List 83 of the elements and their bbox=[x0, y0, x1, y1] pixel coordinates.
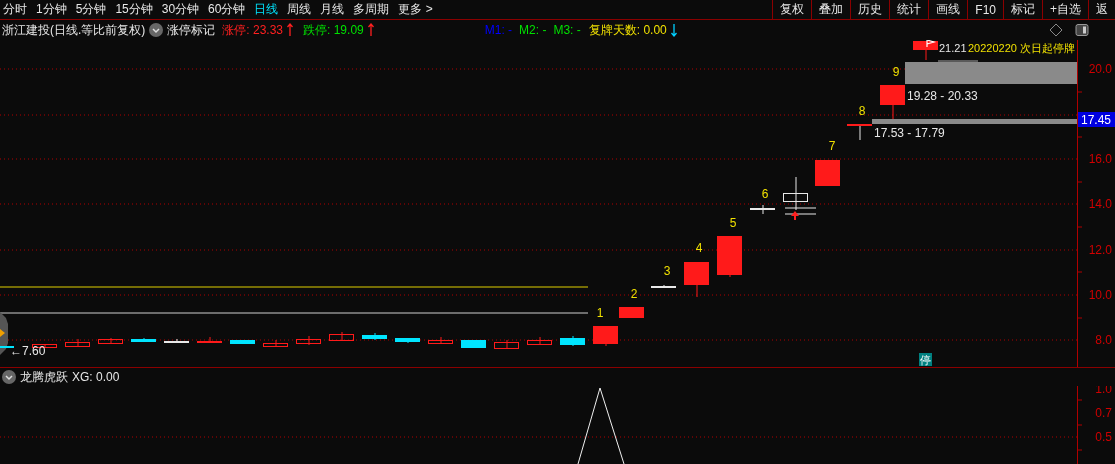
period-tab[interactable]: 多周期 bbox=[353, 1, 390, 18]
candlestick bbox=[880, 84, 905, 120]
candle-number: 5 bbox=[729, 216, 737, 230]
low-price-line bbox=[0, 346, 15, 348]
support-marker-drawing bbox=[784, 207, 817, 220]
indicator-value: M1: - bbox=[484, 23, 513, 37]
candlestick bbox=[717, 235, 742, 278]
price-tag: 17.45 bbox=[1078, 112, 1115, 127]
candlestick bbox=[593, 325, 618, 347]
resume-days-value: 复牌天数: 0.00 bbox=[588, 21, 667, 39]
candle-number: 2 bbox=[630, 287, 638, 301]
candlestick bbox=[815, 159, 840, 186]
price-level-line bbox=[937, 60, 979, 62]
indicator-name: 涨停标记 bbox=[167, 21, 216, 39]
indicator-value: M2: - bbox=[519, 23, 547, 37]
candlestick bbox=[684, 261, 709, 298]
halt-badge: 停 bbox=[919, 353, 932, 366]
period-tab[interactable]: 15分钟 bbox=[115, 1, 153, 18]
panel-toggle-icon[interactable] bbox=[1075, 23, 1089, 37]
candlestick bbox=[65, 338, 90, 347]
candlestick bbox=[131, 337, 156, 343]
indicator-title: 龙腾虎跃 bbox=[20, 368, 68, 386]
candlestick bbox=[494, 339, 519, 349]
axis-label: 20.0 bbox=[1088, 62, 1112, 76]
limit-down-value: 跌停: 19.09 bbox=[303, 21, 364, 39]
candle-number: 7 bbox=[828, 139, 836, 153]
axis-label: 14.0 bbox=[1088, 197, 1112, 211]
candlestick bbox=[527, 336, 552, 345]
price-range-label: 19.28 - 20.33 bbox=[907, 89, 978, 103]
candlestick bbox=[296, 335, 321, 346]
chevron-down-icon[interactable] bbox=[2, 370, 16, 384]
stock-title: 浙江建投(日线.等比前复权) bbox=[2, 21, 146, 39]
chevron-down-icon[interactable] bbox=[149, 23, 164, 37]
candlestick bbox=[619, 306, 644, 318]
period-tab[interactable]: 更多 > bbox=[398, 1, 433, 18]
period-tab[interactable]: 月线 bbox=[320, 1, 345, 18]
axis-label: 0.7 bbox=[1095, 406, 1112, 420]
candlestick bbox=[263, 339, 288, 348]
axis-label: 12.0 bbox=[1088, 243, 1112, 257]
arrow-up-icon bbox=[367, 23, 374, 37]
halt-note: 20220220 次日起停牌 bbox=[968, 42, 1075, 54]
candlestick bbox=[783, 176, 808, 211]
candlestick bbox=[395, 337, 420, 344]
candle-number: 1 bbox=[596, 306, 604, 320]
candle-number: 9 bbox=[892, 65, 900, 79]
candle-number: 4 bbox=[695, 241, 703, 255]
indicator-value: M3: - bbox=[553, 23, 581, 37]
candlestick bbox=[560, 335, 585, 347]
period-tab[interactable]: 1分钟 bbox=[36, 1, 67, 18]
candlestick bbox=[461, 339, 486, 348]
candlestick bbox=[329, 331, 354, 341]
candlestick bbox=[750, 204, 775, 215]
candle-number: 3 bbox=[663, 264, 671, 278]
diamond-icon[interactable] bbox=[1049, 23, 1063, 37]
arrow-down-icon bbox=[670, 23, 677, 37]
low-price-marker: ←7.60 bbox=[10, 344, 46, 358]
candlestick bbox=[230, 339, 255, 345]
candlestick bbox=[362, 332, 387, 341]
candle-number: 8 bbox=[858, 104, 866, 118]
period-tab[interactable]: 分时 bbox=[3, 1, 27, 18]
arrow-up-icon bbox=[287, 23, 294, 37]
flag-icon bbox=[926, 40, 937, 48]
indicator-reading: XG: 0.00 bbox=[72, 370, 120, 384]
candlestick bbox=[913, 40, 938, 61]
candlestick bbox=[428, 336, 453, 344]
limit-up-value: 涨停: 23.33 bbox=[222, 21, 284, 39]
axis-label: 16.0 bbox=[1088, 152, 1112, 166]
axis-label: 10.0 bbox=[1088, 288, 1112, 302]
period-tab[interactable]: 5分钟 bbox=[75, 1, 107, 18]
axis-label: 0.5 bbox=[1095, 430, 1112, 444]
candlestick bbox=[197, 336, 222, 343]
candle-number: 6 bbox=[761, 187, 769, 201]
candlestick bbox=[98, 337, 123, 344]
top-price-label: 21.21 bbox=[939, 42, 967, 54]
candlestick bbox=[164, 338, 189, 344]
price-range-label: 17.53 - 17.79 bbox=[874, 126, 945, 140]
period-tab[interactable]: 日线 bbox=[254, 1, 279, 18]
axis-label: 8.0 bbox=[1095, 333, 1112, 347]
candlestick bbox=[847, 123, 872, 141]
scroll-handle[interactable] bbox=[0, 312, 8, 355]
period-tab[interactable]: 60分钟 bbox=[208, 1, 246, 18]
period-tab[interactable]: 30分钟 bbox=[161, 1, 200, 18]
period-tab[interactable]: 周线 bbox=[287, 1, 312, 18]
